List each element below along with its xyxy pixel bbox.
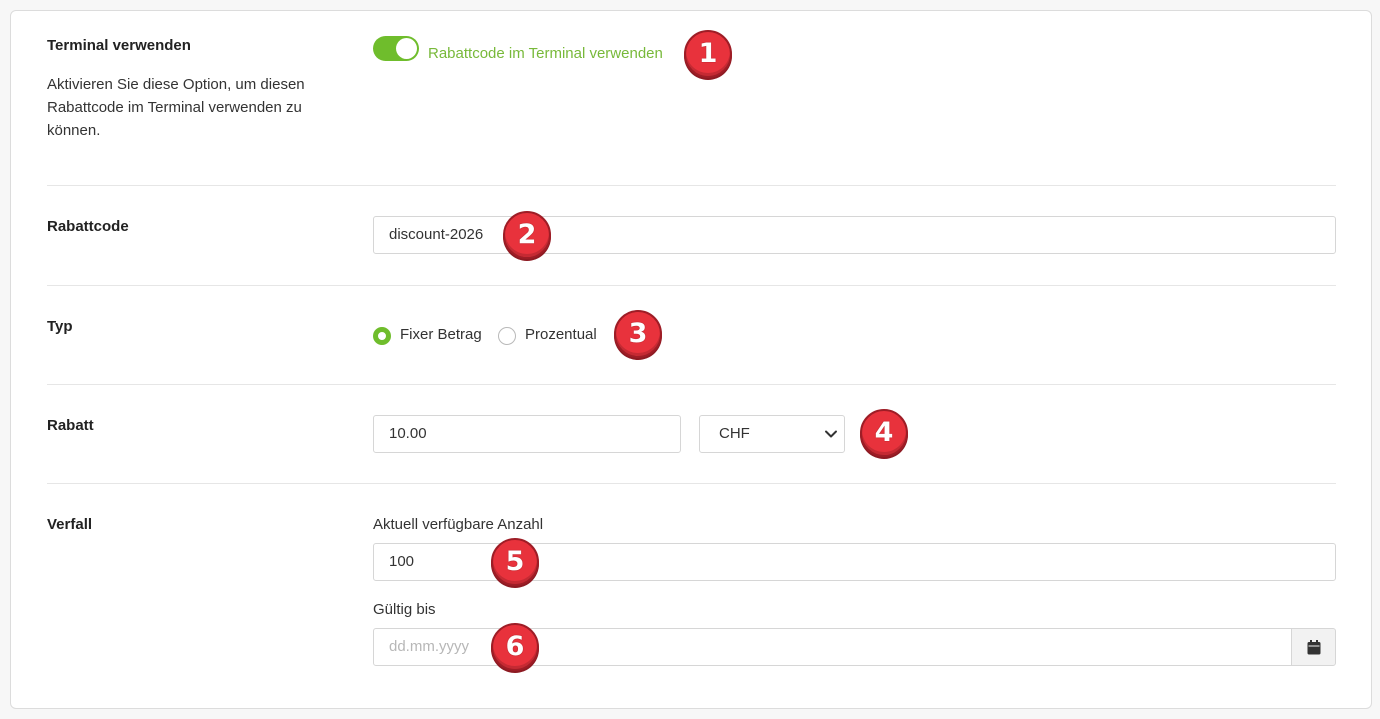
radio-percentage[interactable]	[498, 327, 516, 345]
valid-until-caption: Gültig bis	[373, 601, 436, 618]
discount-amount-input[interactable]: 10.00	[373, 415, 681, 453]
currency-select[interactable]: CHF	[699, 415, 845, 453]
terminal-toggle-label[interactable]: Rabattcode im Terminal verwenden	[428, 45, 663, 62]
divider	[47, 185, 1336, 186]
divider	[47, 384, 1336, 385]
toggle-knob	[396, 38, 417, 59]
annotation-badge-5: 5	[491, 538, 539, 586]
annotation-badge-6: 6	[491, 623, 539, 671]
terminal-toggle[interactable]	[373, 36, 419, 61]
divider	[47, 483, 1336, 484]
discount-label: Rabatt	[47, 417, 94, 434]
discount-form-card: Terminal verwenden Aktivieren Sie diese …	[10, 10, 1372, 709]
date-picker-button[interactable]	[1291, 628, 1336, 666]
chevron-down-icon	[825, 430, 837, 438]
expiry-label: Verfall	[47, 516, 93, 533]
terminal-label: Terminal verwenden	[47, 37, 191, 54]
radio-fixed-amount-label[interactable]: Fixer Betrag	[400, 326, 482, 343]
annotation-badge-4: 4	[860, 409, 908, 457]
annotation-badge-2: 2	[503, 211, 551, 259]
radio-percentage-label[interactable]: Prozentual	[525, 326, 597, 343]
terminal-description: Aktivieren Sie diese Option, um diesen R…	[47, 76, 305, 139]
divider	[47, 285, 1336, 286]
type-label: Typ	[47, 318, 73, 335]
code-label: Rabattcode	[47, 218, 129, 235]
available-count-caption: Aktuell verfügbare Anzahl	[373, 516, 544, 533]
annotation-badge-1: 1	[684, 30, 732, 78]
radio-fixed-amount[interactable]	[373, 327, 391, 345]
currency-select-value: CHF	[719, 425, 750, 442]
annotation-badge-3: 3	[614, 310, 662, 358]
calendar-icon	[1307, 640, 1321, 655]
